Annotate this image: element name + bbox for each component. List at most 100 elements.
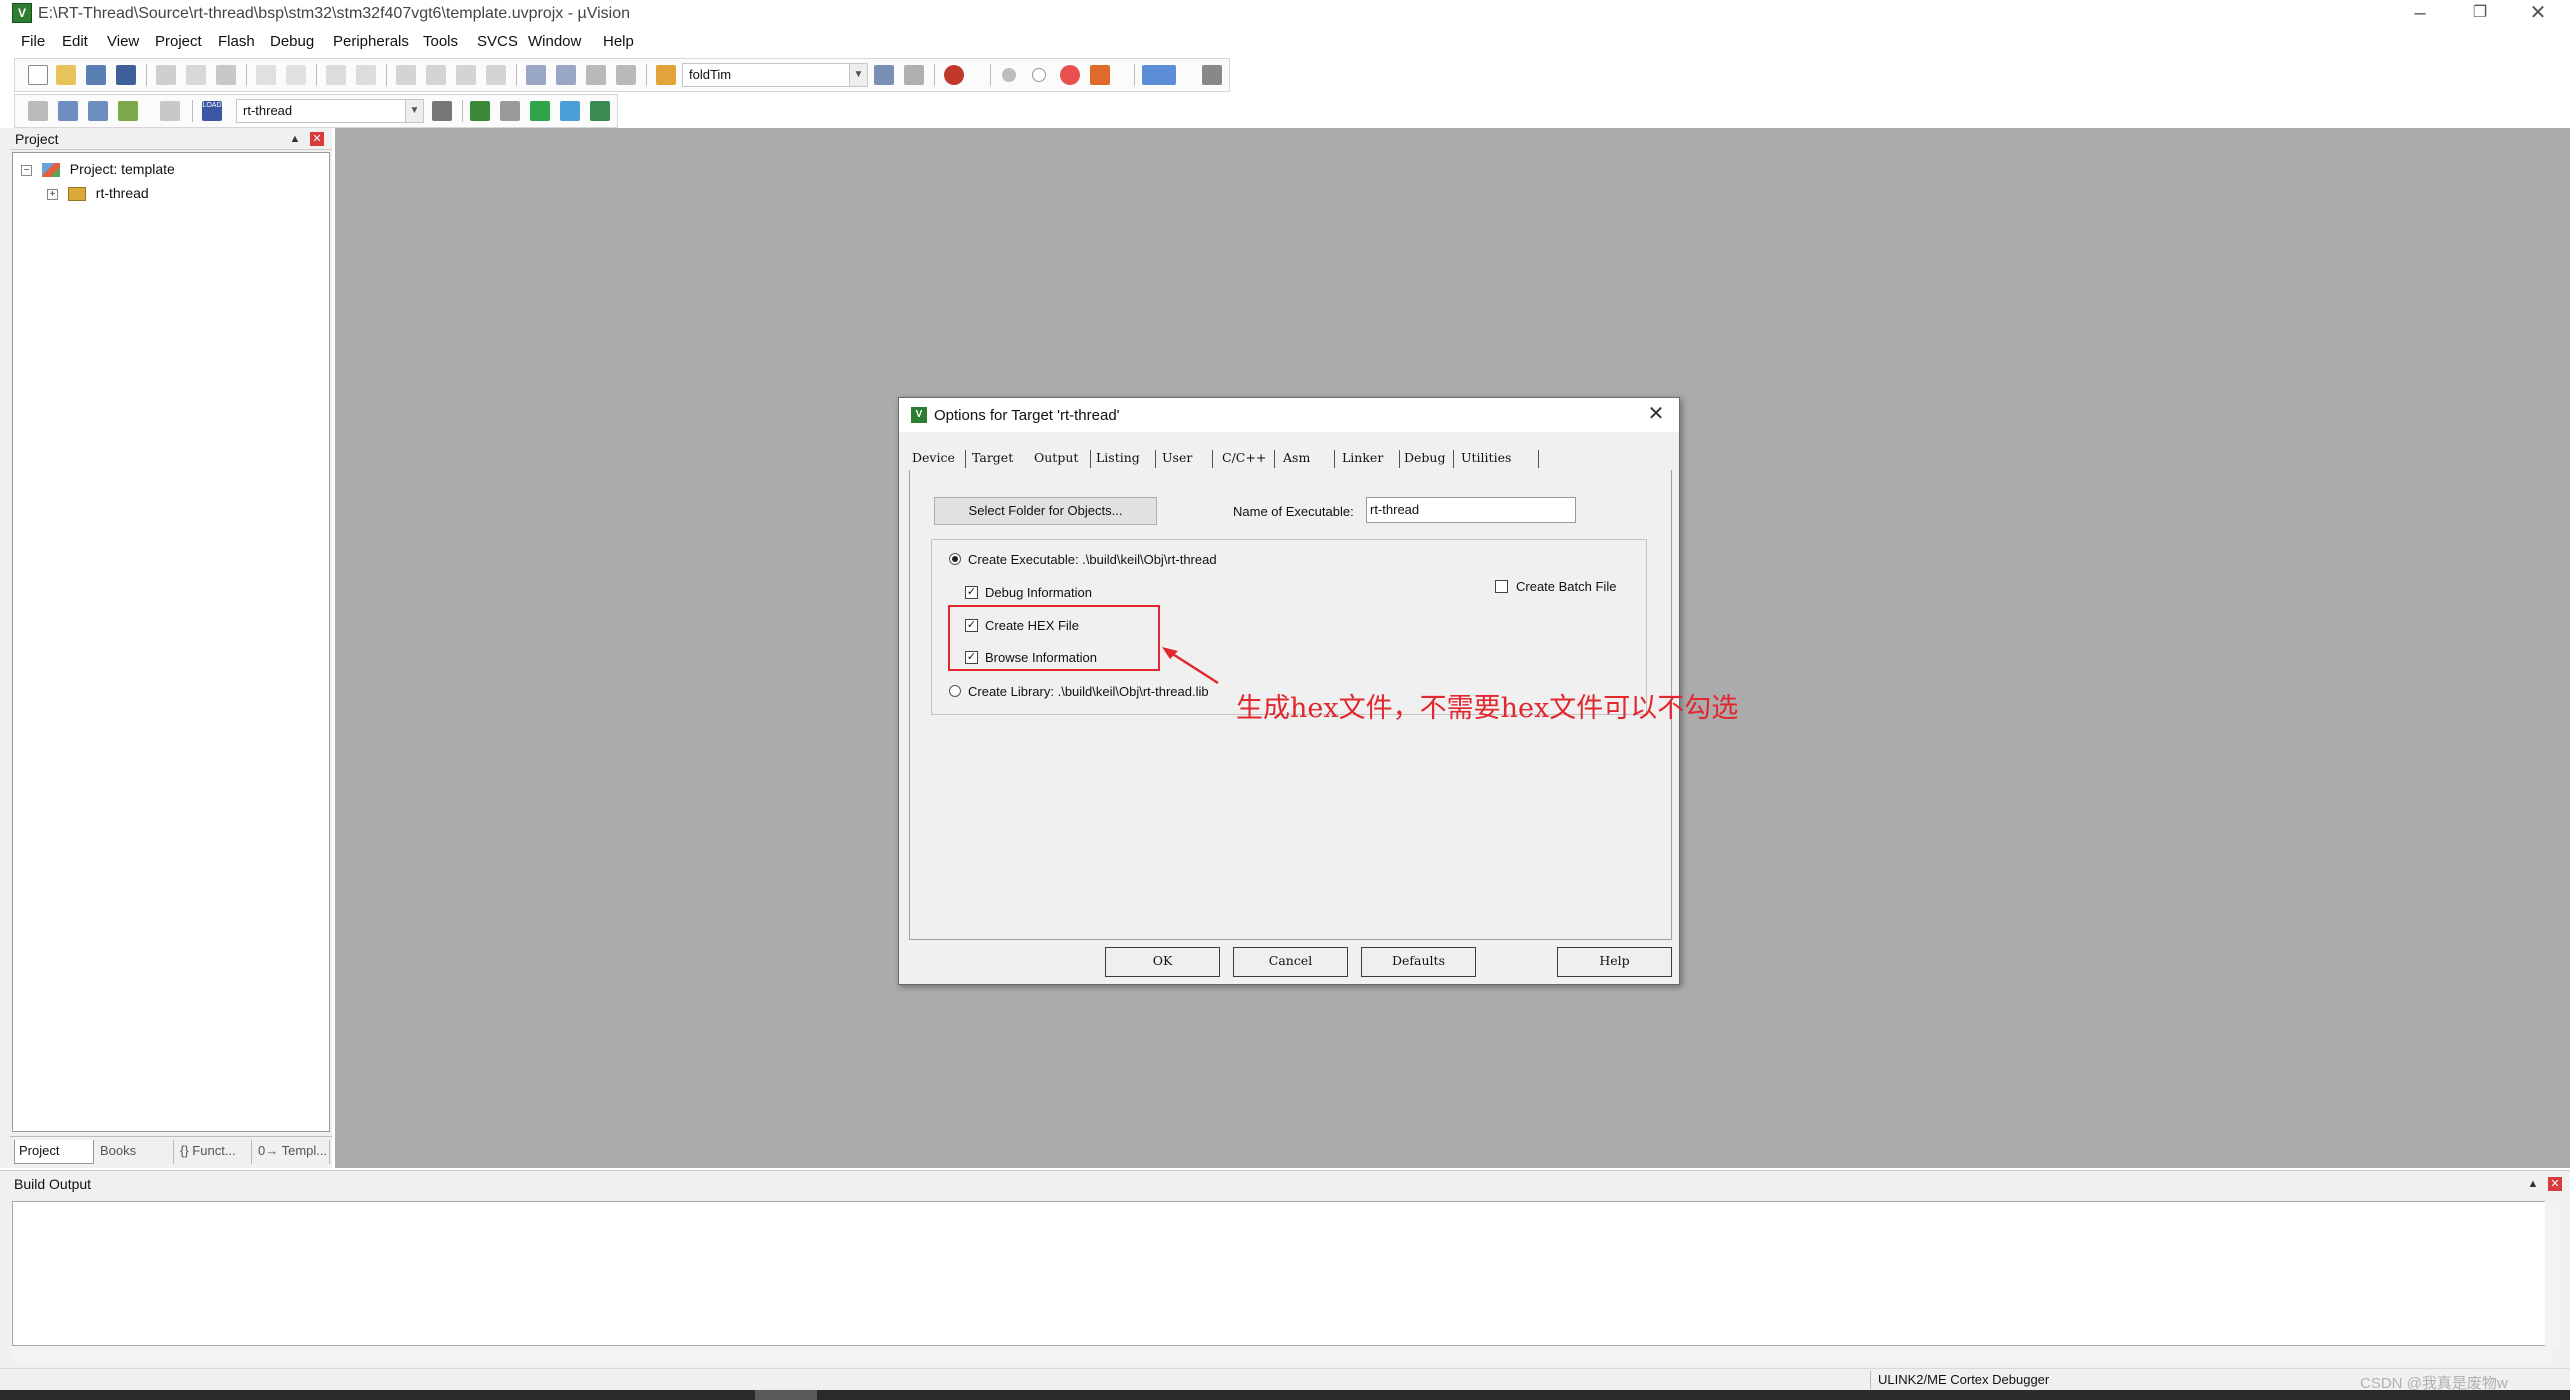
debug-session-icon[interactable] [944, 65, 964, 85]
toolbar-separator [990, 64, 991, 86]
tree-item-project[interactable]: − Project: template [21, 161, 175, 181]
target-options-icon[interactable] [432, 101, 452, 121]
ok-button[interactable]: OK [1105, 947, 1220, 977]
cancel-button[interactable]: Cancel [1233, 947, 1348, 977]
save-all-icon[interactable] [116, 65, 136, 85]
chevron-down-icon[interactable]: ▼ [849, 64, 867, 86]
tab-label: {} Funct... [180, 1143, 236, 1158]
undo-icon[interactable] [256, 65, 276, 85]
menu-peripherals[interactable]: Peripherals [333, 33, 409, 50]
next-bookmark-icon[interactable] [456, 65, 476, 85]
redo-icon[interactable] [286, 65, 306, 85]
menu-debug[interactable]: Debug [270, 33, 314, 50]
menu-help[interactable]: Help [603, 33, 634, 50]
tab-templates[interactable]: 0→ Templ... [254, 1140, 330, 1164]
build-icon[interactable] [58, 101, 78, 121]
tab-user[interactable]: User [1162, 450, 1192, 465]
tab-utilities[interactable]: Utilities [1461, 450, 1511, 465]
select-folder-button[interactable]: Select Folder for Objects... [934, 497, 1157, 525]
pin-icon[interactable]: ▲ [288, 132, 302, 146]
create-batch-checkbox[interactable] [1495, 580, 1508, 593]
debug-information-checkbox[interactable]: ✓ [965, 586, 978, 599]
clear-bookmarks-icon[interactable] [486, 65, 506, 85]
vertical-scrollbar[interactable] [2545, 1201, 2561, 1346]
batch-build-icon[interactable] [118, 101, 138, 121]
build-output-text[interactable] [12, 1201, 2552, 1346]
menu-tools[interactable]: Tools [423, 33, 458, 50]
tree-item-rt-thread[interactable]: + rt-thread [47, 185, 149, 205]
download-icon[interactable]: LOAD [202, 101, 222, 121]
tab-books[interactable]: Books [96, 1140, 174, 1164]
menu-file[interactable]: File [21, 33, 45, 50]
bookmark-icon[interactable] [396, 65, 416, 85]
manage-components-icon[interactable] [470, 101, 490, 121]
menu-edit[interactable]: Edit [62, 33, 88, 50]
close-panel-icon[interactable]: ✕ [310, 132, 324, 146]
menu-view[interactable]: View [107, 33, 139, 50]
wrench-icon[interactable] [1202, 65, 1222, 85]
copy-icon[interactable] [186, 65, 206, 85]
menu-window[interactable]: Window [528, 33, 581, 50]
file-extensions-icon[interactable] [500, 101, 520, 121]
navigate-forward-icon[interactable] [356, 65, 376, 85]
select-packs-icon[interactable] [560, 101, 580, 121]
target-combo[interactable]: rt-thread ▼ [236, 99, 424, 123]
pack-installer-icon[interactable] [530, 101, 550, 121]
incremental-find-icon[interactable] [904, 65, 924, 85]
menu-flash[interactable]: Flash [218, 33, 255, 50]
tab-separator [1274, 450, 1275, 468]
rebuild-icon[interactable] [88, 101, 108, 121]
tab-output[interactable]: Output [1034, 450, 1078, 465]
chevron-down-icon[interactable]: ▼ [405, 100, 423, 122]
run-time-environment-icon[interactable] [590, 101, 610, 121]
unindent-icon[interactable] [556, 65, 576, 85]
menu-project[interactable]: Project [155, 33, 202, 50]
close-panel-icon[interactable]: ✕ [2548, 1177, 2562, 1191]
open-folder-icon[interactable] [56, 65, 76, 85]
navigate-back-icon[interactable] [326, 65, 346, 85]
tab-asm[interactable]: Asm [1283, 450, 1310, 465]
create-library-radio[interactable] [949, 685, 961, 697]
prev-bookmark-icon[interactable] [426, 65, 446, 85]
tab-c-cpp[interactable]: C/C++ [1222, 450, 1266, 465]
uncomment-icon[interactable] [616, 65, 636, 85]
menu-svcs[interactable]: SVCS [477, 33, 518, 50]
horizontal-scrollbar[interactable] [12, 1346, 2552, 1362]
defaults-button[interactable]: Defaults [1361, 947, 1476, 977]
configure-icon[interactable] [1090, 65, 1110, 85]
executable-name-input[interactable]: rt-thread [1366, 497, 1576, 523]
create-executable-radio[interactable] [949, 553, 961, 565]
tab-project[interactable]: Project [14, 1140, 94, 1164]
help-button[interactable]: Help [1557, 947, 1672, 977]
minimize-button[interactable]: – [2390, 0, 2450, 28]
save-icon[interactable] [86, 65, 106, 85]
tab-linker[interactable]: Linker [1342, 450, 1383, 465]
paste-icon[interactable] [216, 65, 236, 85]
disable-breakpoint-icon[interactable] [1032, 68, 1046, 82]
kill-breakpoints-icon[interactable] [1060, 65, 1080, 85]
restore-button[interactable]: ❐ [2450, 0, 2510, 28]
tab-listing[interactable]: Listing [1096, 450, 1140, 465]
dialog-close-button[interactable]: ✕ [1641, 402, 1671, 428]
translate-icon[interactable] [28, 101, 48, 121]
find-combo[interactable]: foldTim ▼ [682, 63, 868, 87]
indent-icon[interactable] [526, 65, 546, 85]
expand-icon[interactable]: + [47, 188, 58, 200]
tab-target[interactable]: Target [972, 450, 1013, 465]
comment-icon[interactable] [586, 65, 606, 85]
new-file-icon[interactable] [28, 65, 48, 85]
stop-build-icon[interactable] [160, 101, 180, 121]
cut-icon[interactable] [156, 65, 176, 85]
tab-functions[interactable]: {} Funct... [176, 1140, 252, 1164]
close-window-button[interactable]: ✕ [2508, 0, 2568, 28]
find-icon[interactable] [874, 65, 894, 85]
breakpoint-icon[interactable] [1002, 68, 1016, 82]
collapse-icon[interactable]: − [21, 164, 32, 176]
window-layout-icon[interactable] [1142, 65, 1176, 85]
toolbar-separator [246, 64, 247, 86]
target-folder-icon [67, 187, 86, 202]
tab-device[interactable]: Device [912, 450, 955, 465]
pin-icon[interactable]: ▲ [2526, 1177, 2540, 1191]
find-in-files-icon[interactable] [656, 65, 676, 85]
tab-debug[interactable]: Debug [1404, 450, 1445, 465]
